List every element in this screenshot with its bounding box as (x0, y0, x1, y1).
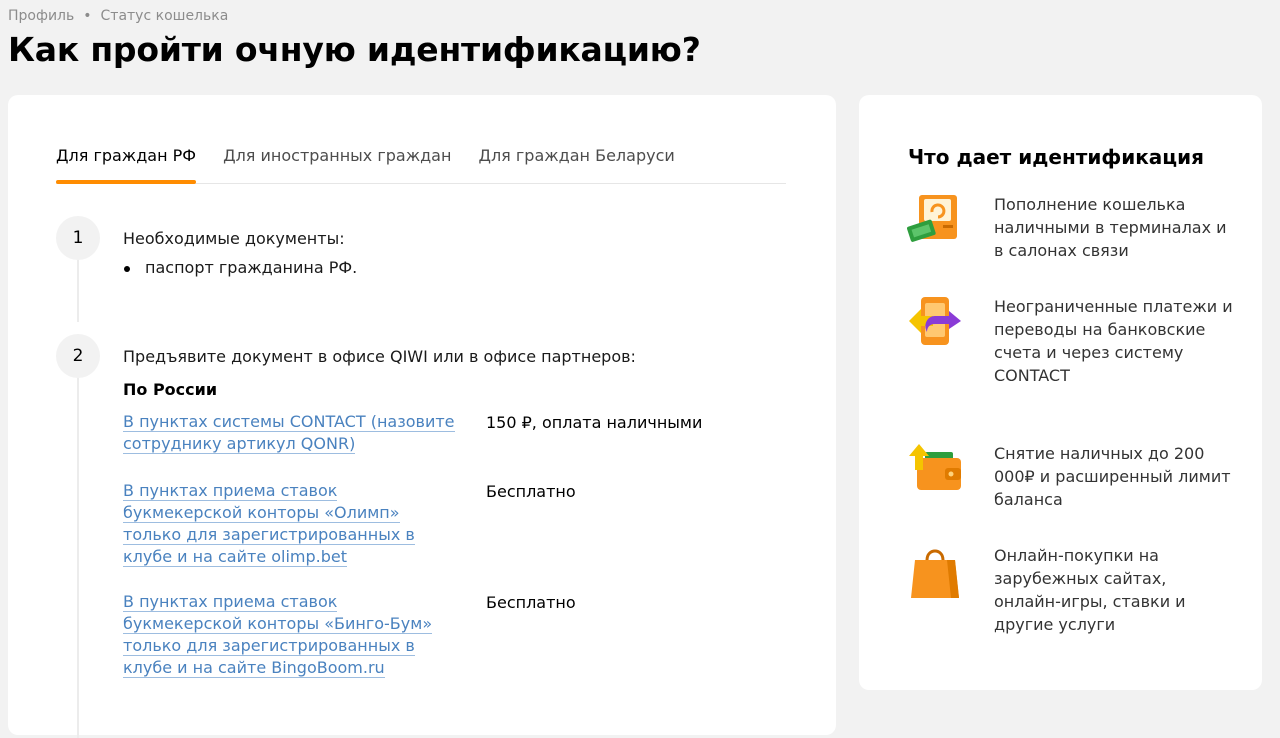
benefits-title: Что дает идентификация (908, 145, 1204, 169)
partner-link-bingoboom[interactable]: В пунктах приема ставок букмекерской кон… (123, 591, 443, 679)
benefit-text: Онлайн-покупки на зарубежных сайтах, онл… (994, 546, 1186, 634)
benefit-item: Онлайн-покупки на зарубежных сайтах, онл… (907, 544, 1227, 664)
wallet-icon (907, 442, 963, 498)
partner-link-text: В пунктах приема ставок букмекерской кон… (123, 592, 433, 678)
breadcrumb: Профиль • Статус кошелька (8, 8, 228, 24)
step-connector-line (77, 378, 79, 738)
tab-russian-citizens[interactable]: Для граждан РФ (56, 135, 197, 184)
step-1-title: Необходимые документы: (123, 229, 345, 248)
partner-link-text: В пунктах системы CONTACT (назовите сотр… (123, 412, 455, 454)
terminal-icon (907, 193, 963, 249)
partner-link-olimp[interactable]: В пунктах приема ставок букмекерской кон… (123, 480, 423, 568)
phone-transfer-icon (907, 295, 963, 351)
breadcrumb-profile-link[interactable]: Профиль (8, 8, 74, 24)
tab-foreign-citizens[interactable]: Для иностранных граждан (223, 135, 451, 183)
step-connector-line (77, 260, 79, 322)
list-item: паспорт гражданина РФ. (123, 258, 357, 277)
step-number-1: 1 (56, 216, 100, 260)
breadcrumb-wallet-status-link[interactable]: Статус кошелька (101, 8, 229, 24)
partner-link-contact[interactable]: В пунктах системы CONTACT (назовите сотр… (123, 411, 463, 455)
main-card: Для граждан РФ Для иностранных граждан Д… (8, 95, 836, 738)
tab-belarus-citizens[interactable]: Для граждан Беларуси (478, 135, 674, 183)
step-number-2: 2 (56, 334, 100, 378)
partner-price: Бесплатно (486, 593, 576, 612)
step-2-title: Предъявите документ в офисе QIWI или в о… (123, 347, 636, 366)
partner-price: 150 ₽, оплата наличными (486, 413, 703, 432)
shopping-bag-icon (907, 544, 963, 600)
benefit-text: Неограниченные платежи и переводы на бан… (994, 297, 1233, 385)
benefit-text: Пополнение кошелька наличными в терминал… (994, 195, 1227, 260)
page-title: Как пройти очную идентификацию? (8, 30, 701, 69)
breadcrumb-separator: • (83, 8, 92, 24)
tabs: Для граждан РФ Для иностранных граждан Д… (56, 135, 786, 184)
partner-price: Бесплатно (486, 482, 576, 501)
benefits-card: Что дает идентификация Пополнение кошель… (859, 95, 1262, 690)
partner-link-text: В пунктах приема ставок букмекерской кон… (123, 481, 415, 567)
region-subheading: По России (123, 380, 218, 399)
benefit-text: Снятие наличных до 200 000₽ и расширенны… (994, 444, 1231, 509)
benefit-item: Неограниченные платежи и переводы на бан… (907, 295, 1233, 415)
documents-list: паспорт гражданина РФ. (123, 258, 357, 277)
